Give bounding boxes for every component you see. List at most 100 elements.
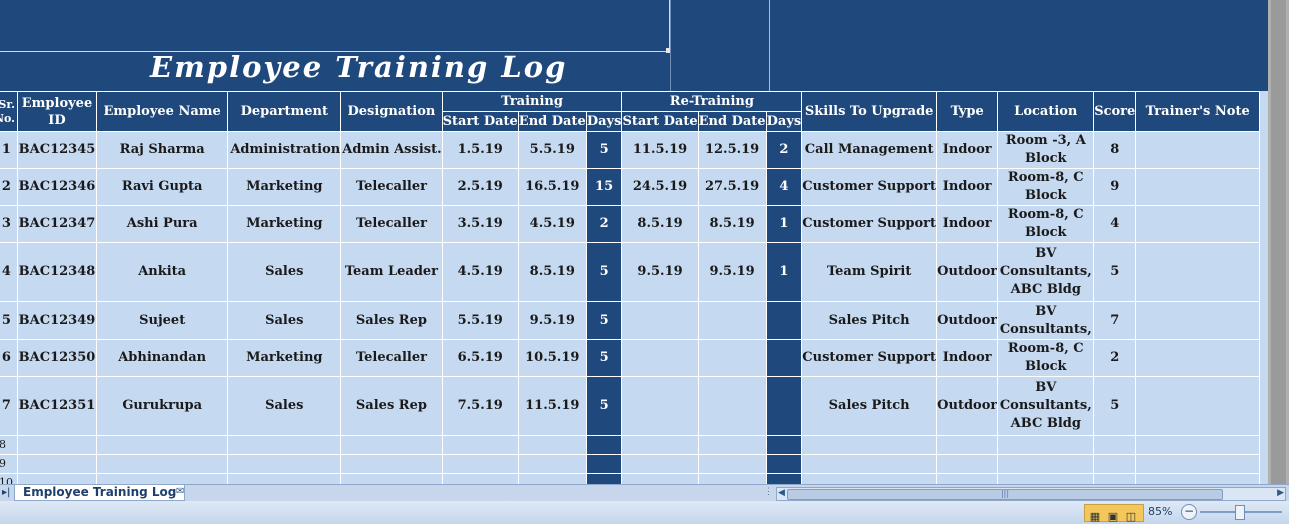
- cell-training-end[interactable]: 11.5.19: [517, 376, 587, 436]
- cell-employee-id[interactable]: BAC12346: [16, 168, 98, 206]
- cell-score[interactable]: 5: [1093, 242, 1137, 302]
- cell-sr[interactable]: 2: [0, 168, 18, 206]
- cell-score[interactable]: 8: [1093, 131, 1137, 169]
- cell-training-start[interactable]: 5.5.19: [441, 301, 519, 340]
- cell-empty[interactable]: [340, 454, 443, 474]
- cell-employee-id[interactable]: BAC12349: [16, 301, 98, 340]
- cell-empty[interactable]: [621, 435, 699, 455]
- cell-designation[interactable]: Sales Rep: [340, 376, 443, 436]
- cell-sr[interactable]: 3: [0, 205, 18, 243]
- cell-department[interactable]: Administration: [227, 131, 342, 169]
- cell-empty[interactable]: [1135, 435, 1260, 455]
- cell-employee-id[interactable]: BAC12347: [16, 205, 98, 243]
- cell-sr[interactable]: 1: [0, 131, 18, 169]
- cell-empty[interactable]: [95, 473, 229, 484]
- cell-empty[interactable]: [697, 473, 767, 484]
- cell-training-days[interactable]: 5: [585, 131, 623, 169]
- cell-retraining-end[interactable]: [697, 301, 767, 340]
- cell-empty[interactable]: [517, 454, 587, 474]
- cell-retraining-end[interactable]: [697, 376, 767, 436]
- sheet-nav-arrow-icon[interactable]: ▸|: [2, 487, 10, 498]
- cell-sr[interactable]: 4: [0, 242, 18, 302]
- cell-retraining-days[interactable]: [765, 339, 803, 377]
- scroll-right-icon[interactable]: ▶: [1277, 488, 1284, 498]
- cell-empty[interactable]: [16, 435, 98, 455]
- cell-score[interactable]: 5: [1093, 376, 1137, 436]
- cell-training-start[interactable]: 1.5.19: [441, 131, 519, 169]
- cell-sr[interactable]: 8: [0, 435, 18, 455]
- cell-trainer-note[interactable]: [1135, 205, 1260, 243]
- cell-retraining-start[interactable]: 11.5.19: [621, 131, 699, 169]
- cell-type[interactable]: Indoor: [936, 131, 999, 169]
- cell-empty[interactable]: [765, 473, 803, 484]
- cell-empty[interactable]: [997, 473, 1095, 484]
- cell-empty[interactable]: [936, 473, 999, 484]
- cell-retraining-start[interactable]: [621, 301, 699, 340]
- cell-training-end[interactable]: 16.5.19: [517, 168, 587, 206]
- cell-trainer-note[interactable]: [1135, 339, 1260, 377]
- cell-department[interactable]: Sales: [227, 242, 342, 302]
- cell-empty[interactable]: [517, 473, 587, 484]
- cell-empty[interactable]: [517, 435, 587, 455]
- cell-empty[interactable]: [16, 454, 98, 474]
- sheet-tab[interactable]: Employee Training Log: [14, 485, 186, 501]
- cell-department[interactable]: Marketing: [227, 205, 342, 243]
- cell-training-days[interactable]: 5: [585, 339, 623, 377]
- insert-sheet-icon[interactable]: ✉: [176, 486, 194, 499]
- cell-empty[interactable]: [765, 454, 803, 474]
- cell-designation[interactable]: Admin Assist.: [340, 131, 443, 169]
- cell-empty[interactable]: [227, 454, 342, 474]
- cell-retraining-start[interactable]: [621, 376, 699, 436]
- cell-empty[interactable]: [95, 435, 229, 455]
- cell-type[interactable]: Indoor: [936, 205, 999, 243]
- cell-skills[interactable]: Team Spirit: [801, 242, 938, 302]
- cell-empty[interactable]: [16, 473, 98, 484]
- scroll-left-icon[interactable]: ◀: [778, 488, 785, 498]
- page-break-icon[interactable]: ◫: [1123, 510, 1139, 524]
- cell-department[interactable]: Sales: [227, 301, 342, 340]
- cell-location[interactable]: BV Consultants,: [997, 301, 1095, 340]
- cell-empty[interactable]: [936, 435, 999, 455]
- cell-location[interactable]: Room-8, C Block: [997, 205, 1095, 243]
- cell-employee-id[interactable]: BAC12350: [16, 339, 98, 377]
- cell-training-start[interactable]: 2.5.19: [441, 168, 519, 206]
- cell-training-end[interactable]: 5.5.19: [517, 131, 587, 169]
- cell-location[interactable]: BV Consultants, ABC Bldg: [997, 242, 1095, 302]
- cell-retraining-end[interactable]: 9.5.19: [697, 242, 767, 302]
- cell-employee-name[interactable]: Ravi Gupta: [95, 168, 229, 206]
- cell-empty[interactable]: [441, 435, 519, 455]
- cell-sr[interactable]: 10: [0, 473, 18, 484]
- cell-empty[interactable]: [697, 454, 767, 474]
- cell-location[interactable]: Room-8, C Block: [997, 168, 1095, 206]
- cell-retraining-end[interactable]: [697, 339, 767, 377]
- vertical-scrollbar[interactable]: [1268, 0, 1289, 484]
- cell-training-start[interactable]: 6.5.19: [441, 339, 519, 377]
- cell-department[interactable]: Marketing: [227, 339, 342, 377]
- cell-skills[interactable]: Sales Pitch: [801, 376, 938, 436]
- scrollbar-thumb[interactable]: [1271, 0, 1286, 484]
- cell-empty[interactable]: [1135, 473, 1260, 484]
- cell-empty[interactable]: [621, 454, 699, 474]
- normal-view-icon[interactable]: ▦: [1087, 510, 1103, 524]
- cell-empty[interactable]: [801, 435, 938, 455]
- cell-training-end[interactable]: 8.5.19: [517, 242, 587, 302]
- cell-score[interactable]: 4: [1093, 205, 1137, 243]
- cell-empty[interactable]: [340, 473, 443, 484]
- zoom-out-icon[interactable]: −: [1181, 504, 1197, 520]
- cell-empty[interactable]: [997, 435, 1095, 455]
- cell-trainer-note[interactable]: [1135, 242, 1260, 302]
- cell-trainer-note[interactable]: [1135, 376, 1260, 436]
- scrollbar-thumb[interactable]: |||: [787, 489, 1223, 500]
- cell-sr[interactable]: 5: [0, 301, 18, 340]
- title-textbox-frame[interactable]: [0, 0, 670, 52]
- cell-employee-name[interactable]: Ashi Pura: [95, 205, 229, 243]
- cell-score[interactable]: 7: [1093, 301, 1137, 340]
- cell-retraining-start[interactable]: 24.5.19: [621, 168, 699, 206]
- cell-skills[interactable]: Call Management: [801, 131, 938, 169]
- cell-designation[interactable]: Team Leader: [340, 242, 443, 302]
- cell-empty[interactable]: [621, 473, 699, 484]
- cell-skills[interactable]: Sales Pitch: [801, 301, 938, 340]
- cell-empty[interactable]: [1135, 454, 1260, 474]
- cell-training-end[interactable]: 9.5.19: [517, 301, 587, 340]
- cell-empty[interactable]: [765, 435, 803, 455]
